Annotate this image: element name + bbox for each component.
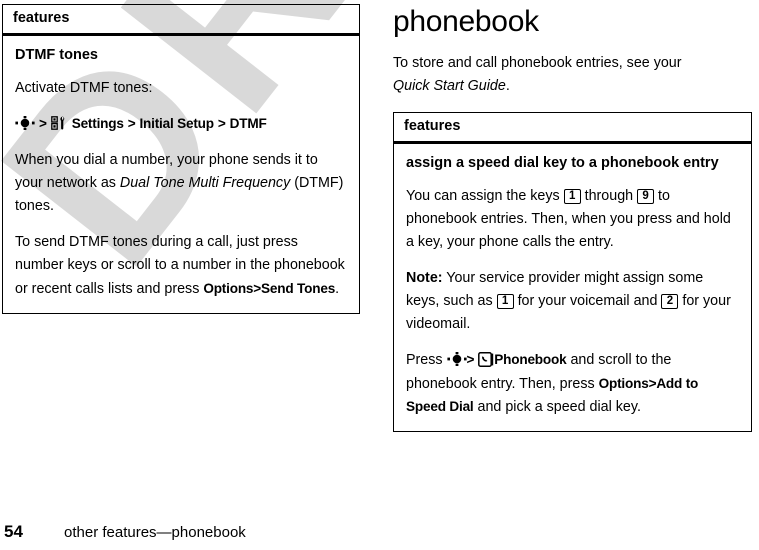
right-column: phonebook To store and call phonebook en… xyxy=(393,0,753,98)
feature-subheading-dtmf-tones: DTMF tones xyxy=(15,47,98,64)
settings-tools-icon xyxy=(50,115,67,130)
features-table-dtmf: features DTMF tones Activate DTMF tones:… xyxy=(2,4,360,314)
paragraph-press-phonebook-path: Press > Phonebook and scroll to the phon… xyxy=(406,349,739,418)
paragraph-dtmf-explanation: When you dial a number, your phone sends… xyxy=(15,149,347,218)
manual-page: features DTMF tones Activate DTMF tones:… xyxy=(0,0,759,550)
menu-separator-2: > xyxy=(127,115,136,131)
menu-item-send-tones[interactable]: Send Tones xyxy=(261,281,335,296)
menu-item-settings[interactable]: Settings xyxy=(72,116,124,131)
chapter-title: phonebook xyxy=(393,5,539,38)
intro-lead: To store and call phonebook entries, see… xyxy=(393,54,682,71)
paragraph-activate-dtmf: Activate DTMF tones: xyxy=(15,79,153,96)
features-table-speed-dial: features assign a speed dial key to a ph… xyxy=(393,112,752,432)
menu-item-initial-setup[interactable]: Initial Setup xyxy=(139,116,214,131)
keycap-videomail-2[interactable]: 2 xyxy=(661,294,679,310)
keycap-1[interactable]: 1 xyxy=(563,188,581,204)
assign-middle: through xyxy=(580,187,638,204)
press-after: and pick a speed dial key. xyxy=(473,398,641,415)
keycap-voicemail-1[interactable]: 1 xyxy=(496,294,514,310)
paragraph-assign-keys: You can assign the keys 1 through 9 to p… xyxy=(406,185,739,254)
paragraph-send-after: . xyxy=(335,280,340,297)
features-table-body-right: assign a speed dial key to a phonebook e… xyxy=(394,144,751,429)
features-table-body-left: DTMF tones Activate DTMF tones: > Settin… xyxy=(3,36,359,310)
press-before: Press xyxy=(406,352,447,369)
intro-tail: . xyxy=(505,77,510,94)
page-footer: 54 other features—phonebook xyxy=(4,522,246,542)
menu-separator-3: > xyxy=(217,115,226,131)
menu-item-options[interactable]: Options xyxy=(203,281,253,296)
navigation-key-icon xyxy=(446,351,467,367)
phonebook-icon xyxy=(478,352,494,368)
paragraph-send-dtmf-during-call: To send DTMF tones during a call, just p… xyxy=(15,231,347,300)
menu-item-phonebook[interactable]: Phonebook xyxy=(494,352,566,367)
features-table-header-right: features xyxy=(394,113,751,145)
chapter-intro-paragraph: To store and call phonebook entries, see… xyxy=(393,52,693,98)
menu-item-dtmf[interactable]: DTMF xyxy=(230,116,267,131)
menu-item-options-speed-dial[interactable]: Options xyxy=(599,376,649,391)
emphasis-quick-start-guide: Quick Start Guide xyxy=(393,77,506,94)
footer-page-number: 54 xyxy=(4,522,23,541)
navigation-key-icon xyxy=(15,115,35,130)
menu-separator-1: > xyxy=(38,115,47,131)
footer-breadcrumb: other features—phonebook xyxy=(64,524,246,541)
emphasis-dual-tone-multi-frequency: Dual Tone Multi Frequency xyxy=(119,174,291,191)
assign-before: You can assign the keys xyxy=(406,187,564,204)
paragraph-note-provider-keys: Note: Your service provider might assign… xyxy=(406,267,739,336)
note-label: Note: xyxy=(406,269,443,286)
menu-path-dtmf: > Settings > Initial Setup > DTMF xyxy=(15,113,347,136)
note-middle: for your voicemail and xyxy=(513,293,662,310)
keycap-9[interactable]: 9 xyxy=(637,188,655,204)
menu-separator-phonebook: > xyxy=(466,352,475,368)
features-table-header-left: features xyxy=(3,5,359,37)
menu-separator-send-tones: > xyxy=(253,280,262,296)
feature-subheading-assign-speed-dial: assign a speed dial key to a phonebook e… xyxy=(406,155,719,172)
